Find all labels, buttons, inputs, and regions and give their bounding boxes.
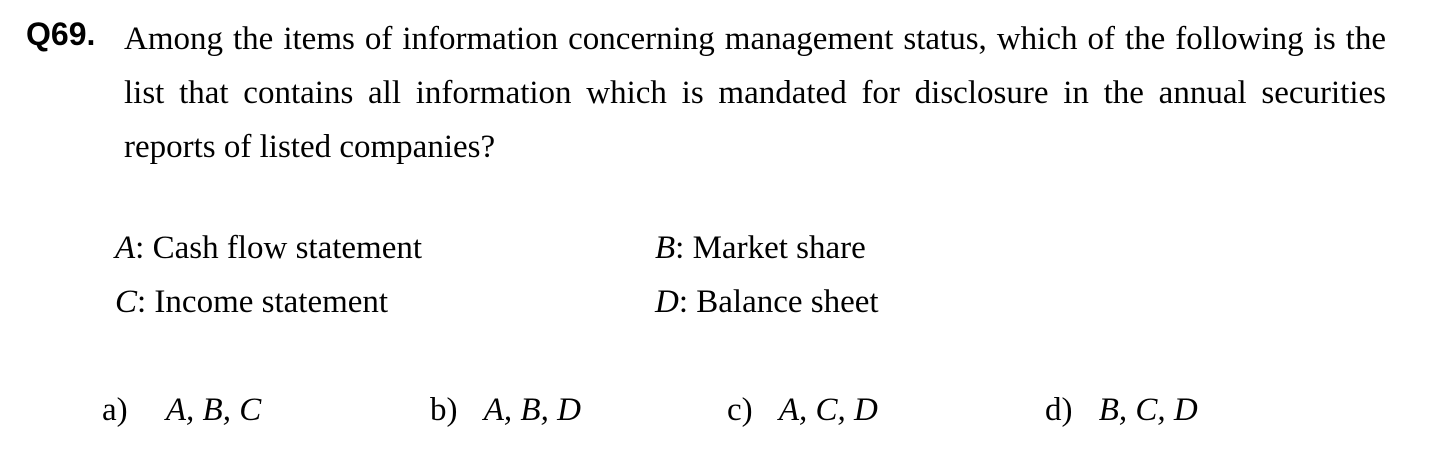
item-b: B: Market share	[655, 228, 866, 268]
option-c-value: A, C, D	[778, 392, 878, 428]
option-b[interactable]: b) A, B, D	[430, 390, 581, 430]
question-text: Among the items of information concernin…	[124, 21, 1386, 165]
item-c-letter: C	[115, 284, 138, 320]
option-c-key: c)	[727, 392, 753, 428]
item-c-label: : Income statement	[137, 284, 389, 320]
item-c: C: Income statement	[115, 282, 388, 322]
option-b-value: A, B, D	[483, 392, 581, 428]
option-c[interactable]: c) A, C, D	[727, 390, 878, 430]
item-d-label: : Balance sheet	[678, 284, 879, 320]
option-d-key: d)	[1045, 392, 1073, 428]
item-b-label: : Market share	[675, 230, 866, 266]
option-d[interactable]: d) B, C, D	[1045, 390, 1198, 430]
item-a: A: Cash flow statement	[115, 228, 422, 268]
item-a-letter: A	[115, 230, 136, 266]
option-a-key: a)	[102, 392, 128, 428]
item-d-letter: D	[655, 284, 679, 320]
option-a[interactable]: a) A, B, C	[102, 390, 261, 430]
item-d: D: Balance sheet	[655, 282, 879, 322]
item-a-label: : Cash flow statement	[135, 230, 423, 266]
option-a-value: A, B, C	[165, 392, 262, 428]
option-b-key: b)	[430, 392, 458, 428]
option-d-value: B, C, D	[1098, 392, 1198, 428]
item-b-letter: B	[655, 230, 676, 266]
question-number: Q69.	[26, 16, 96, 52]
